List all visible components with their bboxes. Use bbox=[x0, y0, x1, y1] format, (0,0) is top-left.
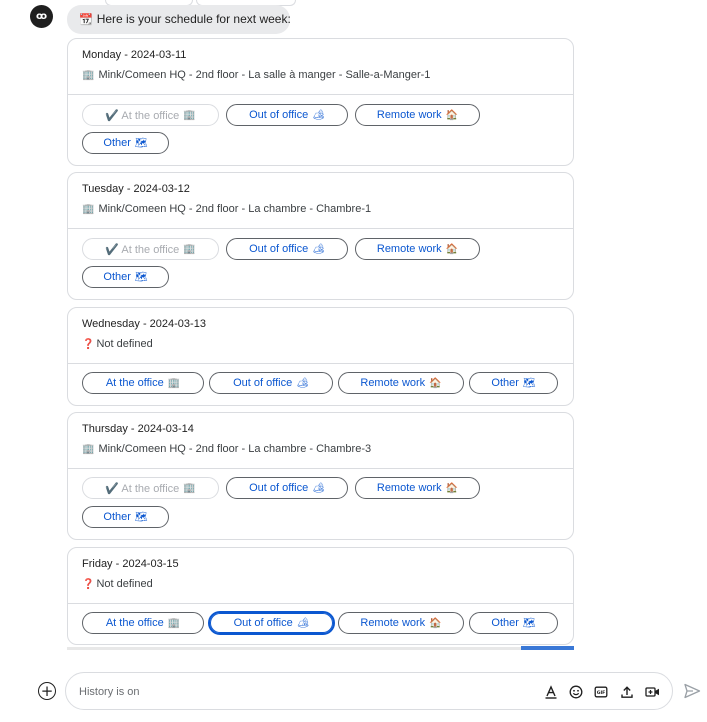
day-title: Tuesday - 2024-03-12 bbox=[82, 183, 190, 195]
other-button[interactable]: Other 🗺 bbox=[82, 132, 169, 154]
divider bbox=[68, 228, 573, 229]
at-office-button[interactable]: ✔️ At the office 🏢 bbox=[82, 104, 219, 126]
office-icon: 🏢 bbox=[183, 109, 196, 121]
location-text: Mink/Comeen HQ - 2nd floor - La chambre … bbox=[98, 443, 372, 455]
location-text: Mink/Comeen HQ - 2nd floor - La salle à … bbox=[98, 69, 431, 81]
location-text: Not defined bbox=[96, 338, 153, 350]
office-icon: 🏢 bbox=[183, 482, 196, 494]
video-add-icon bbox=[644, 687, 659, 697]
day-card-tuesday: Tuesday - 2024-03-12 🏢 Mink/Comeen HQ - 2… bbox=[67, 172, 574, 300]
out-of-office-button[interactable]: Out of office 🏕 bbox=[209, 372, 333, 394]
add-attachment-button[interactable]: + bbox=[38, 682, 56, 700]
horizontal-scrollbar-track[interactable] bbox=[67, 647, 574, 650]
day-title: Friday - 2024-03-15 bbox=[82, 558, 179, 570]
text-format-icon bbox=[545, 685, 557, 699]
house-icon: 🏠 bbox=[445, 243, 459, 255]
other-button[interactable]: Other 🗺 bbox=[469, 372, 558, 394]
day-title: Thursday - 2024-03-14 bbox=[82, 423, 194, 435]
other-button[interactable]: Other 🗺 bbox=[82, 266, 169, 288]
format-text-button[interactable] bbox=[543, 684, 559, 700]
at-office-button[interactable]: ✔️ At the office 🏢 bbox=[82, 477, 219, 499]
location-text: Mink/Comeen HQ - 2nd floor - La chambre … bbox=[98, 203, 372, 215]
divider bbox=[68, 363, 573, 364]
send-button[interactable] bbox=[683, 683, 701, 699]
day-location: 🏢 Mink/Comeen HQ - 2nd floor - La chambre… bbox=[82, 203, 371, 215]
at-office-button[interactable]: ✔️ At the office 🏢 bbox=[82, 238, 219, 260]
day-card-friday: Friday - 2024-03-15 ❓ Not defined At the … bbox=[67, 547, 574, 645]
emoji-button[interactable] bbox=[568, 684, 584, 700]
other-button[interactable]: Other 🗺 bbox=[82, 506, 169, 528]
map-icon: 🗺 bbox=[522, 377, 536, 389]
horizontal-scrollbar-thumb[interactable] bbox=[521, 646, 574, 650]
day-location: 🏢 Mink/Comeen HQ - 2nd floor - La chambre… bbox=[82, 443, 371, 455]
question-icon: ❓ bbox=[82, 579, 95, 590]
calendar-icon: 📆 bbox=[79, 13, 93, 26]
map-icon: 🗺 bbox=[134, 511, 148, 523]
tent-icon: 🏕 bbox=[296, 377, 309, 389]
map-icon: 🗺 bbox=[522, 617, 536, 629]
upload-icon bbox=[621, 686, 633, 698]
message-input[interactable] bbox=[79, 683, 499, 701]
tent-icon: 🏕 bbox=[312, 109, 325, 121]
out-of-office-button[interactable]: Out of office 🏕 bbox=[226, 238, 348, 260]
out-of-office-button[interactable]: Out of office 🏕 bbox=[226, 477, 348, 499]
day-card-thursday: Thursday - 2024-03-14 🏢 Mink/Comeen HQ - … bbox=[67, 412, 574, 540]
divider bbox=[68, 94, 573, 95]
svg-text:GIF: GIF bbox=[597, 690, 606, 696]
day-card-monday: Monday - 2024-03-11 🏢 Mink/Comeen HQ - 2n… bbox=[67, 38, 574, 166]
message-composer: GIF bbox=[65, 672, 673, 710]
map-icon: 🗺 bbox=[134, 271, 148, 283]
location-text: Not defined bbox=[96, 578, 153, 590]
smiley-icon bbox=[569, 685, 583, 699]
day-title: Monday - 2024-03-11 bbox=[82, 49, 187, 61]
office-icon: 🏢 bbox=[167, 617, 181, 629]
gif-button[interactable]: GIF bbox=[593, 684, 609, 700]
gif-icon: GIF bbox=[594, 686, 608, 698]
remote-work-button[interactable]: Remote work 🏠 bbox=[355, 104, 480, 126]
at-office-button[interactable]: At the office 🏢 bbox=[82, 372, 204, 394]
building-icon: 🏢 bbox=[82, 444, 95, 455]
bot-avatar-icon: ꝏ bbox=[30, 5, 53, 28]
remote-work-button[interactable]: Remote work 🏠 bbox=[338, 612, 464, 634]
at-office-button[interactable]: At the office 🏢 bbox=[82, 612, 204, 634]
map-icon: 🗺 bbox=[134, 137, 148, 149]
out-of-office-button[interactable]: Out of office 🏕 bbox=[208, 611, 335, 635]
question-icon: ❓ bbox=[82, 339, 95, 350]
schedule-intro-message: 📆 Here is your schedule for next week: bbox=[67, 5, 291, 34]
divider bbox=[68, 468, 573, 469]
upload-button[interactable] bbox=[619, 684, 635, 700]
video-call-button[interactable] bbox=[644, 684, 660, 700]
tent-icon: 🏕 bbox=[312, 243, 325, 255]
office-icon: 🏢 bbox=[167, 377, 181, 389]
building-icon: 🏢 bbox=[82, 70, 95, 81]
schedule-intro-text: Here is your schedule for next week: bbox=[96, 12, 291, 26]
house-icon: 🏠 bbox=[445, 482, 459, 494]
day-title: Wednesday - 2024-03-13 bbox=[82, 318, 206, 330]
house-icon: 🏠 bbox=[429, 377, 442, 389]
house-icon: 🏠 bbox=[429, 617, 442, 629]
divider bbox=[68, 603, 573, 604]
day-location: ❓ Not defined bbox=[82, 338, 153, 350]
tent-icon: 🏕 bbox=[312, 482, 325, 494]
day-location: ❓ Not defined bbox=[82, 578, 153, 590]
other-button[interactable]: Other 🗺 bbox=[469, 612, 558, 634]
day-location: 🏢 Mink/Comeen HQ - 2nd floor - La salle à… bbox=[82, 69, 430, 81]
plus-icon: + bbox=[40, 681, 54, 700]
remote-work-button[interactable]: Remote work 🏠 bbox=[338, 372, 464, 394]
building-icon: 🏢 bbox=[82, 204, 95, 215]
tent-icon: 🏕 bbox=[296, 617, 310, 629]
remote-work-button[interactable]: Remote work 🏠 bbox=[355, 477, 480, 499]
send-icon bbox=[684, 683, 701, 699]
day-card-wednesday: Wednesday - 2024-03-13 ❓ Not defined At t… bbox=[67, 307, 574, 406]
remote-work-button[interactable]: Remote work 🏠 bbox=[355, 238, 480, 260]
out-of-office-button[interactable]: Out of office 🏕 bbox=[226, 104, 348, 126]
office-icon: 🏢 bbox=[183, 243, 196, 255]
house-icon: 🏠 bbox=[445, 109, 459, 121]
